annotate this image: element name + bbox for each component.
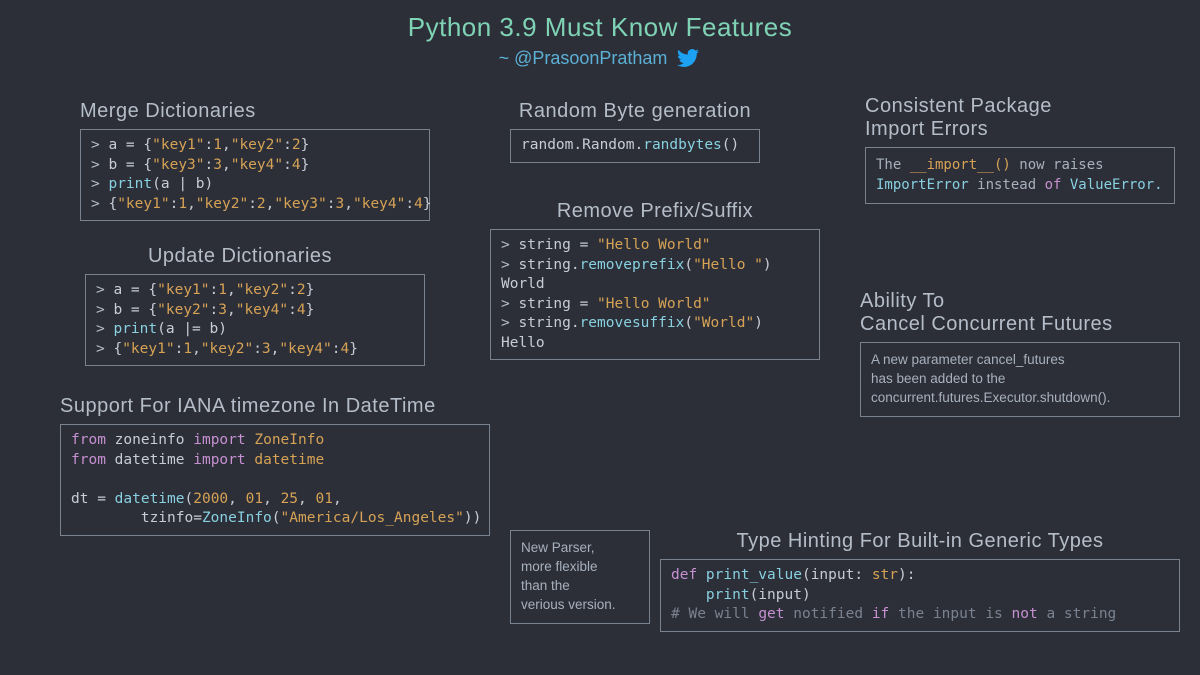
merge-code: > a = {"key1":1,"key2":2} > b = {"key3":… — [80, 129, 430, 221]
typehint-code: def print_value(input: str): print(input… — [660, 559, 1180, 632]
update-code: > a = {"key1":1,"key2":2} > b = {"key2":… — [85, 274, 425, 366]
consistent-note: The __import__() now raises ImportError … — [865, 147, 1175, 204]
section-update-dictionaries: Update Dictionaries > a = {"key1":1,"key… — [85, 245, 425, 366]
section-consistent-import-errors: Consistent PackageImport Errors The __im… — [865, 95, 1175, 204]
section-remove-prefix-suffix: Remove Prefix/Suffix > string = "Hello W… — [490, 200, 820, 360]
page-title: Python 3.9 Must Know Features — [25, 12, 1175, 43]
section-type-hinting: Type Hinting For Built-in Generic Types … — [660, 530, 1180, 632]
merge-title: Merge Dictionaries — [80, 100, 430, 123]
update-title: Update Dictionaries — [85, 245, 395, 268]
typehint-title: Type Hinting For Built-in Generic Types — [660, 530, 1180, 553]
byline-text: ~ @PrasoonPratham — [499, 48, 668, 69]
randbyte-title: Random Byte generation — [480, 100, 790, 123]
section-new-parser: New Parser, more flexible than the verio… — [510, 530, 650, 624]
iana-code: from zoneinfo import ZoneInfo from datet… — [60, 424, 490, 536]
section-cancel-concurrent-futures: Ability ToCancel Concurrent Futures A ne… — [860, 290, 1180, 417]
randbyte-code: random.Random.randbytes() — [510, 129, 760, 163]
section-random-byte: Random Byte generation random.Random.ran… — [480, 100, 790, 163]
cancelcf-note: A new parameter cancel_futures has been … — [860, 342, 1180, 417]
section-merge-dictionaries: Merge Dictionaries > a = {"key1":1,"key2… — [80, 100, 430, 221]
iana-title: Support For IANA timezone In DateTime — [60, 395, 490, 418]
cancelcf-title: Ability ToCancel Concurrent Futures — [860, 290, 1180, 336]
byline: ~ @PrasoonPratham — [499, 47, 702, 69]
prefix-code: > string = "Hello World" > string.remove… — [490, 229, 820, 360]
twitter-icon — [675, 47, 701, 69]
header: Python 3.9 Must Know Features ~ @Prasoon… — [25, 12, 1175, 69]
consistent-title: Consistent PackageImport Errors — [865, 95, 1175, 141]
section-iana-timezone: Support For IANA timezone In DateTime fr… — [60, 395, 490, 536]
parser-note: New Parser, more flexible than the verio… — [510, 530, 650, 624]
prefix-title: Remove Prefix/Suffix — [490, 200, 820, 223]
